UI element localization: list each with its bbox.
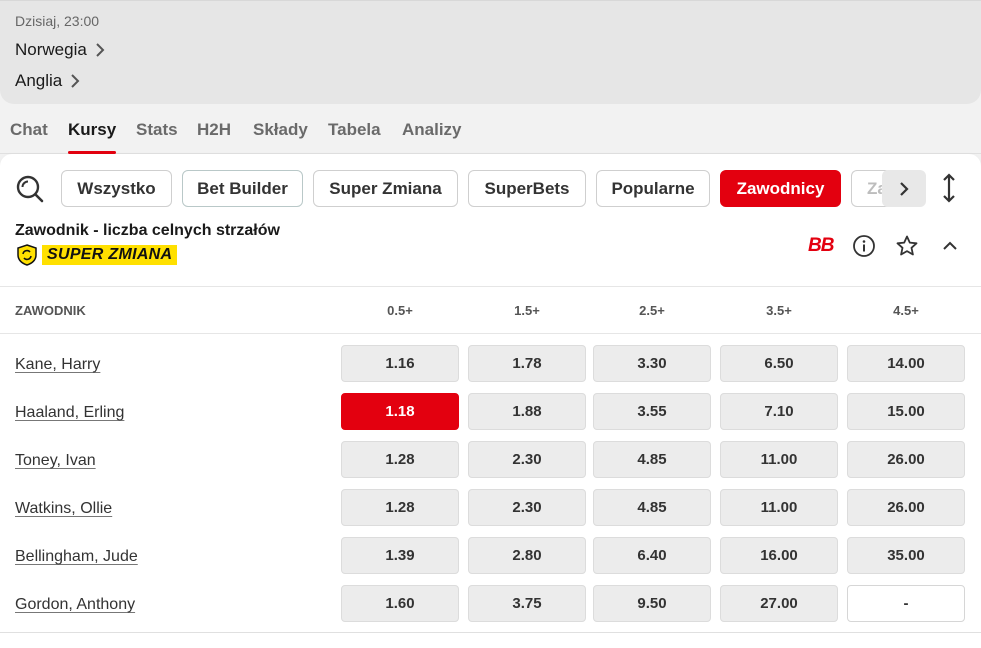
chip-wszystko[interactable]: Wszystko <box>61 170 172 207</box>
home-team-name: Norwegia <box>15 40 87 59</box>
odds-button[interactable]: 1.88 <box>468 393 586 430</box>
star-icon[interactable] <box>895 234 919 258</box>
odds-button[interactable]: 4.85 <box>593 441 711 478</box>
odds-button[interactable]: 16.00 <box>720 537 838 574</box>
odds-button[interactable]: 1.28 <box>341 489 459 526</box>
market-title: Zawodnik - liczba celnych strzałów <box>15 222 280 239</box>
table-row: Kane, Harry 1.16 1.78 3.30 6.50 14.00 <box>0 345 981 393</box>
column-header-player: ZAWODNIK <box>15 303 86 318</box>
odds-button[interactable]: 26.00 <box>847 441 965 478</box>
tab-h2h[interactable]: H2H <box>197 120 231 154</box>
tab-stats[interactable]: Stats <box>136 120 178 154</box>
odds-button[interactable]: 11.00 <box>720 489 838 526</box>
chip-superbets[interactable]: SuperBets <box>468 170 586 207</box>
tab-analizy[interactable]: Analizy <box>402 120 462 154</box>
divider <box>0 632 981 633</box>
player-name-link[interactable]: Haaland, Erling <box>15 404 124 422</box>
chip-super-zmiana[interactable]: Super Zmiana <box>313 170 458 207</box>
chip-bet-builder[interactable]: Bet Builder <box>182 170 303 207</box>
player-name-link[interactable]: Gordon, Anthony <box>15 596 135 614</box>
odds-button[interactable]: 2.80 <box>468 537 586 574</box>
player-name-link[interactable]: Bellingham, Jude <box>15 548 138 566</box>
odds-button[interactable]: 6.50 <box>720 345 838 382</box>
odds-button[interactable]: 1.39 <box>341 537 459 574</box>
away-team-name: Anglia <box>15 71 63 90</box>
super-zmiana-label: SUPER ZMIANA <box>42 245 178 265</box>
odds-button[interactable]: 1.16 <box>341 345 459 382</box>
tab-chat[interactable]: Chat <box>10 120 48 154</box>
odds-button[interactable]: 3.55 <box>593 393 711 430</box>
odds-button[interactable]: 26.00 <box>847 489 965 526</box>
odds-button[interactable]: 14.00 <box>847 345 965 382</box>
odds-button[interactable]: 3.30 <box>593 345 711 382</box>
odds-button[interactable]: 1.60 <box>341 585 459 622</box>
expand-vertical-icon <box>943 173 955 203</box>
column-header-2-5: 2.5+ <box>639 303 665 318</box>
tab-kursy[interactable]: Kursy <box>68 120 117 154</box>
player-name-link[interactable]: Toney, Ivan <box>15 452 96 470</box>
tab-sklady[interactable]: Składy <box>253 120 308 154</box>
search-icon[interactable] <box>14 173 46 205</box>
chevron-right-icon <box>71 74 80 88</box>
player-name-link[interactable]: Watkins, Ollie <box>15 500 112 518</box>
shield-icon <box>17 244 37 266</box>
home-team-link[interactable]: Norwegia <box>15 40 105 60</box>
match-card: Dzisiaj, 23:00 Norwegia Anglia <box>0 0 981 104</box>
bet-builder-logo[interactable]: BB <box>808 235 834 257</box>
scroll-right-button[interactable] <box>882 170 926 207</box>
match-time: Dzisiaj, 23:00 <box>15 13 100 29</box>
player-name-link[interactable]: Kane, Harry <box>15 356 100 374</box>
odds-button[interactable]: 2.30 <box>468 489 586 526</box>
odds-button[interactable]: 9.50 <box>593 585 711 622</box>
table-row: Gordon, Anthony 1.60 3.75 9.50 27.00- <box>0 585 981 633</box>
odds-button[interactable]: 4.85 <box>593 489 711 526</box>
tab-tabela[interactable]: Tabela <box>328 120 381 154</box>
table-row: Toney, Ivan 1.28 2.30 4.85 11.00 26.00 <box>0 441 981 489</box>
table-row: Haaland, Erling 1.18 1.88 3.55 7.10 15.00 <box>0 393 981 441</box>
odds-button[interactable]: 2.30 <box>468 441 586 478</box>
column-header-4-5: 4.5+ <box>893 303 919 318</box>
table-row: Bellingham, Jude 1.39 2.80 6.40 16.00 35.00 <box>0 537 981 585</box>
market-filters: Wszystko Bet Builder Super Zmiana SuperB… <box>0 154 981 222</box>
odds-button[interactable]: 7.10 <box>720 393 838 430</box>
column-header-3-5: 3.5+ <box>766 303 792 318</box>
chevron-up-icon[interactable] <box>940 236 960 256</box>
chip-popularne[interactable]: Popularne <box>596 170 710 207</box>
odds-unavailable: - <box>847 585 965 622</box>
chevron-right-icon <box>900 181 909 196</box>
expand-collapse-all-button[interactable] <box>937 170 961 206</box>
column-header-1-5: 1.5+ <box>514 303 540 318</box>
odds-button[interactable]: 11.00 <box>720 441 838 478</box>
table-row: Watkins, Ollie 1.28 2.30 4.85 11.00 26.00 <box>0 489 981 537</box>
odds-table-header: ZAWODNIK 0.5+ 1.5+ 2.5+ 3.5+ 4.5+ <box>0 286 981 334</box>
odds-button[interactable]: 1.78 <box>468 345 586 382</box>
odds-button[interactable]: 3.75 <box>468 585 586 622</box>
market-panel: Zawodnik - liczba celnych strzałów SUPER… <box>0 222 981 648</box>
odds-button[interactable]: 1.18 <box>341 393 459 430</box>
info-icon[interactable] <box>852 234 876 258</box>
column-header-0-5: 0.5+ <box>387 303 413 318</box>
odds-button[interactable]: 35.00 <box>847 537 965 574</box>
chip-zawodnicy[interactable]: Zawodnicy <box>720 170 841 207</box>
odds-button[interactable]: 15.00 <box>847 393 965 430</box>
away-team-link[interactable]: Anglia <box>15 71 80 91</box>
odds-button[interactable]: 1.28 <box>341 441 459 478</box>
odds-button[interactable]: 6.40 <box>593 537 711 574</box>
super-zmiana-badge: SUPER ZMIANA <box>16 244 178 266</box>
match-tabs: Chat Kursy Stats H2H Składy Tabela Anali… <box>0 104 981 154</box>
odds-button[interactable]: 27.00 <box>720 585 838 622</box>
chevron-right-icon <box>96 43 105 57</box>
